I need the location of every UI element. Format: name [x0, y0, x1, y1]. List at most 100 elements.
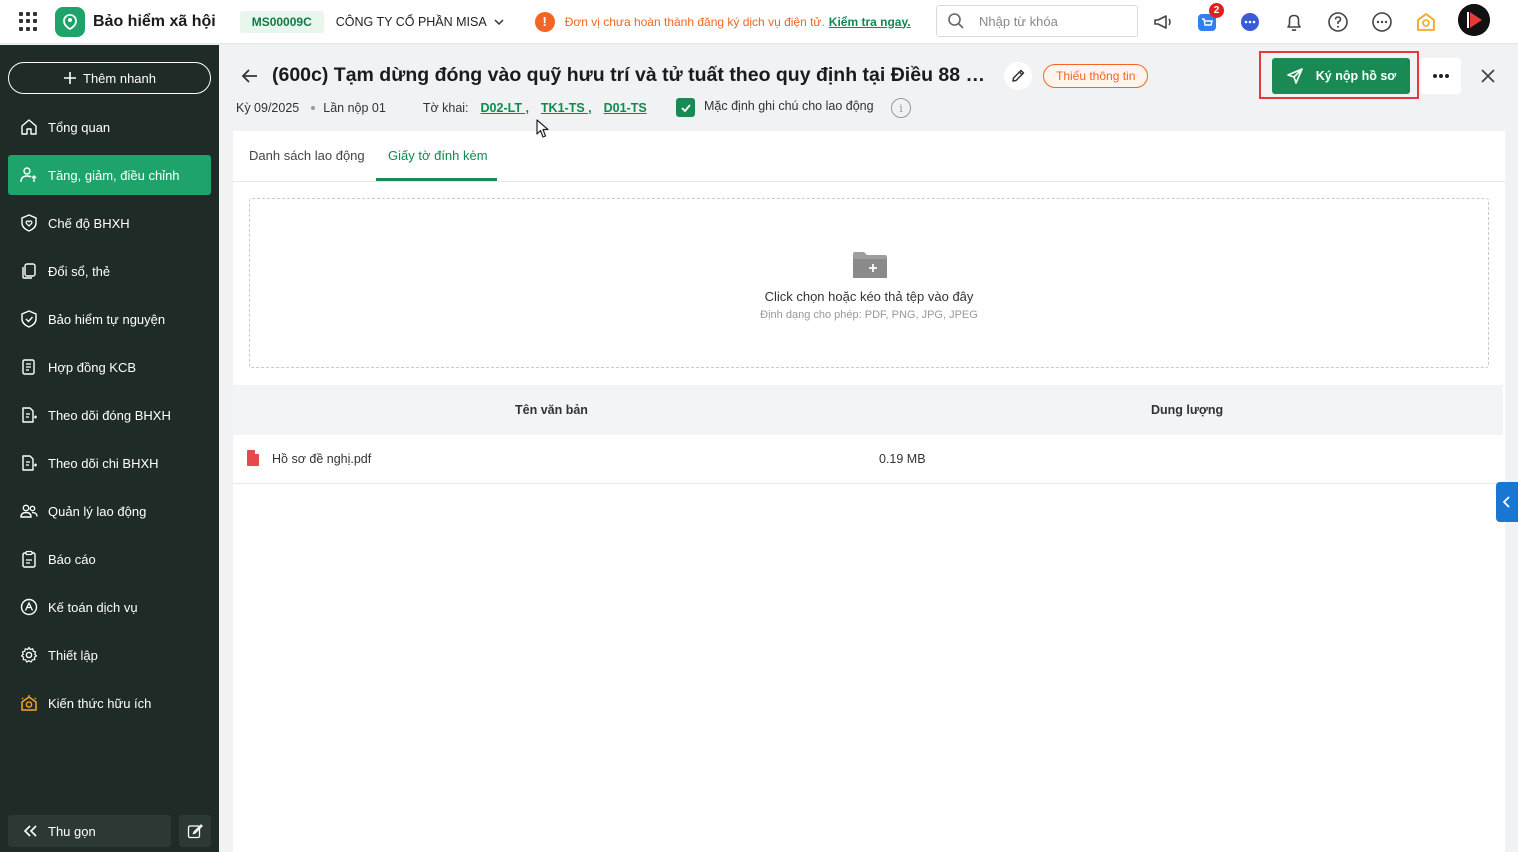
more-options-button[interactable] — [1421, 58, 1461, 94]
sidebar-item-label: Kiến thức hữu ích — [48, 695, 152, 711]
sign-submit-button[interactable]: Ký nộp hồ sơ — [1272, 58, 1410, 94]
dropzone-text: Click chọn hoặc kéo thả tệp vào đây — [764, 289, 974, 304]
close-icon — [1481, 69, 1495, 83]
company-code: MS00009C — [239, 10, 324, 33]
sign-submit-label: Ký nộp hồ sơ — [1315, 69, 1397, 83]
dropzone-formats: Định dạng cho phép: PDF, PNG, JPG, JPEG — [760, 309, 978, 321]
default-note-label: Mặc định ghi chú cho lao động — [704, 99, 874, 113]
collapse-label: Thu gọn — [48, 823, 96, 839]
doc-track-icon — [22, 407, 37, 423]
knowledge-icon[interactable] — [1413, 9, 1439, 35]
close-button[interactable] — [1476, 64, 1500, 88]
tab-attachments[interactable]: Giấy tờ đính kèm — [388, 148, 488, 163]
sidebar-item-track-payments[interactable]: Theo dõi đóng BHXH — [8, 395, 211, 435]
more-horizontal-icon — [1433, 74, 1449, 78]
sidebar-item-accounting[interactable]: Kế toán dịch vụ — [8, 587, 211, 627]
search-icon — [948, 13, 964, 29]
side-panel-toggle[interactable] — [1496, 482, 1518, 522]
pencil-icon — [1012, 69, 1025, 82]
file-name: Hồ sơ đề nghị.pdf — [272, 452, 372, 466]
sidebar-item-exchange-card[interactable]: Đổi sổ, thẻ — [8, 251, 211, 291]
page-title: (600c) Tạm dừng đóng vào quỹ hưu trí và … — [272, 64, 990, 86]
cart-icon[interactable]: 2 — [1194, 3, 1224, 35]
tab-bar: Danh sách lao động Giấy tờ đính kèm — [233, 131, 1505, 182]
more-circle-icon[interactable] — [1369, 9, 1395, 35]
lightbulb-icon — [21, 695, 37, 711]
sidebar-item-overview[interactable]: Tổng quan — [8, 107, 211, 147]
form-link-d02lt[interactable]: D02-LT , — [481, 101, 529, 115]
avatar[interactable] — [1458, 4, 1490, 36]
sidebar: Thêm nhanh Tổng quan Tăng, giảm, điều ch… — [0, 45, 219, 852]
sidebar-item-workforce[interactable]: Quản lý lao động — [8, 491, 211, 531]
sidebar-item-track-expenses[interactable]: Theo dõi chi BHXH — [8, 443, 211, 483]
shield-heart-icon — [21, 214, 37, 232]
sidebar-item-voluntary-insurance[interactable]: Bảo hiểm tự nguyện — [8, 299, 211, 339]
bell-icon[interactable] — [1281, 9, 1307, 35]
tab-employee-list[interactable]: Danh sách lao động — [249, 148, 365, 163]
active-tab-indicator — [376, 178, 497, 181]
apps-grid-icon[interactable] — [19, 11, 39, 32]
sidebar-item-label: Theo dõi chi BHXH — [48, 455, 159, 471]
plus-icon — [64, 72, 76, 84]
chevron-left-icon — [1502, 496, 1510, 508]
search-box[interactable] — [936, 5, 1138, 37]
double-chevron-left-icon — [23, 825, 37, 837]
sidebar-item-insurance-regime[interactable]: Chế độ BHXH — [8, 203, 211, 243]
doc-track-icon — [22, 455, 37, 471]
company-selector[interactable]: CÔNG TY CỔ PHẦN MISA — [336, 15, 505, 29]
chat-icon[interactable] — [1237, 9, 1263, 35]
arrow-left-icon — [241, 69, 257, 83]
person-arrow-icon — [20, 167, 37, 183]
warning-text: Đơn vị chưa hoàn thành đăng ký dịch vụ đ… — [564, 14, 825, 29]
shield-check-icon — [21, 310, 37, 328]
sidebar-nav: Tổng quan Tăng, giảm, điều chỉnh Chế độ … — [8, 107, 211, 731]
quick-add-button[interactable]: Thêm nhanh — [8, 62, 211, 94]
pdf-file-icon — [247, 450, 259, 466]
collapse-button[interactable]: Thu gọn — [8, 815, 171, 847]
chevron-down-icon — [494, 18, 504, 25]
help-icon[interactable] — [1325, 9, 1351, 35]
sidebar-item-label: Kế toán dịch vụ — [48, 599, 138, 615]
people-icon — [20, 504, 38, 518]
edit-title-button[interactable] — [1004, 62, 1032, 90]
sidebar-item-reports[interactable]: Báo cáo — [8, 539, 211, 579]
check-icon — [680, 103, 691, 112]
edit-icon — [187, 824, 203, 839]
column-header-name: Tên văn bản — [515, 403, 588, 417]
app-logo — [55, 6, 85, 37]
check-now-link[interactable]: Kiểm tra ngay. — [829, 15, 911, 29]
info-icon[interactable]: i — [891, 98, 911, 118]
cart-badge: 2 — [1209, 3, 1224, 18]
sidebar-item-label: Tổng quan — [48, 119, 111, 135]
clipboard-icon — [22, 550, 36, 568]
separator-dot — [311, 106, 316, 110]
file-dropzone[interactable]: Click chọn hoặc kéo thả tệp vào đây Định… — [249, 198, 1489, 368]
gear-icon — [20, 646, 38, 663]
sidebar-item-adjustments[interactable]: Tăng, giảm, điều chỉnh — [8, 155, 211, 195]
sidebar-item-kcb-contract[interactable]: Hợp đồng KCB — [8, 347, 211, 387]
megaphone-icon[interactable] — [1150, 9, 1176, 35]
form-link-tk1ts[interactable]: TK1-TS , — [541, 101, 592, 115]
sidebar-item-label: Theo dõi đóng BHXH — [48, 407, 171, 423]
edit-layout-button[interactable] — [179, 815, 211, 847]
sidebar-item-label: Bảo hiểm tự nguyện — [48, 311, 166, 327]
warning-icon: ! — [534, 11, 555, 32]
default-note-checkbox[interactable] — [676, 98, 695, 117]
search-input[interactable] — [979, 13, 1129, 29]
send-icon — [1286, 68, 1303, 84]
form-link-d01ts[interactable]: D01-TS — [604, 101, 647, 115]
sidebar-item-label: Quản lý lao động — [48, 503, 147, 519]
sidebar-item-knowledge[interactable]: Kiến thức hữu ích — [8, 683, 211, 723]
back-button[interactable] — [238, 64, 262, 88]
mouse-cursor-icon — [536, 119, 549, 138]
forms-label: Tờ khai: — [422, 101, 469, 115]
sidebar-item-label: Chế độ BHXH — [48, 215, 130, 231]
table-row[interactable]: Hồ sơ đề nghị.pdf 0.19 MB — [233, 435, 1503, 484]
sidebar-item-settings[interactable]: Thiết lập — [8, 635, 211, 675]
accounting-icon — [20, 598, 38, 616]
declaration-meta: Kỳ 09/2025 Lần nộp 01 Tờ khai: D02-LT , … — [236, 99, 647, 117]
app-title: Bảo hiểm xã hội — [93, 12, 216, 30]
quick-add-label: Thêm nhanh — [83, 70, 156, 86]
status-badge: Thiếu thông tin — [1043, 64, 1149, 88]
content-panel: Danh sách lao động Giấy tờ đính kèm Clic… — [233, 131, 1505, 852]
